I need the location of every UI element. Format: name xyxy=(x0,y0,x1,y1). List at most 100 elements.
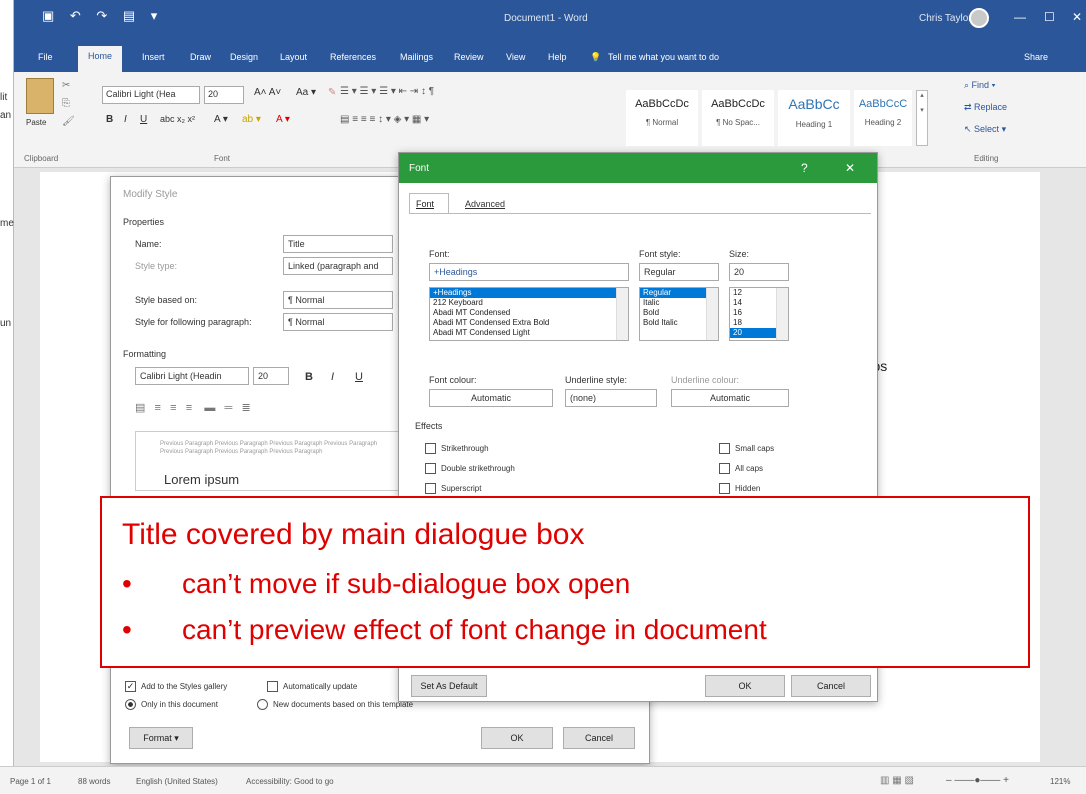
close-icon[interactable]: ✕ xyxy=(845,161,855,175)
fmt-italic-button[interactable]: I xyxy=(331,371,334,383)
avatar[interactable] xyxy=(969,8,989,28)
font-list-item[interactable]: +Headings xyxy=(430,288,628,298)
font-color-icon[interactable]: A ▾ xyxy=(276,114,290,125)
text-effects-icon[interactable]: A ▾ xyxy=(214,114,228,125)
tab-font[interactable]: Font xyxy=(409,193,449,213)
style-normal[interactable]: AaBbCcDc ¶ Normal xyxy=(626,90,698,146)
grow-font-icon[interactable]: A˄ A˅ xyxy=(254,87,281,98)
tab-draw[interactable]: Draw xyxy=(190,52,211,62)
underline-style-select[interactable]: (none) xyxy=(565,389,657,407)
replace-button[interactable]: ⇄ Replace xyxy=(964,102,1007,113)
clear-formatting-icon[interactable]: ✎ xyxy=(328,87,336,98)
style-list-scrollbar[interactable] xyxy=(706,288,718,340)
tell-me-search[interactable]: Tell me what you want to do xyxy=(608,52,719,62)
following-select[interactable]: ¶ Normal xyxy=(283,313,393,331)
tab-advanced[interactable]: Advanced xyxy=(465,199,505,209)
fmt-bold-button[interactable]: B xyxy=(305,371,313,383)
style-no-spacing[interactable]: AaBbCcDc ¶ No Spac... xyxy=(702,90,774,146)
font-list-item[interactable]: Abadi MT Condensed Extra Bold xyxy=(430,318,628,328)
close-button[interactable]: ✕ xyxy=(1072,10,1082,24)
accessibility-status[interactable]: Accessibility: Good to go xyxy=(246,777,334,786)
view-mode-icons[interactable]: ▥ ▦ ▧ xyxy=(880,775,914,786)
new-docs-radio[interactable] xyxy=(257,699,268,710)
font-style-field[interactable]: Regular xyxy=(639,263,719,281)
fmt-align-icons[interactable]: ▤ ≡ ≡ ≡ ▬ ═ ≣ xyxy=(135,401,395,419)
tab-mailings[interactable]: Mailings xyxy=(400,52,433,62)
italic-button[interactable]: I xyxy=(124,114,127,125)
font-colour-select[interactable]: Automatic xyxy=(429,389,553,407)
fmt-underline-button[interactable]: U xyxy=(355,371,363,383)
tab-design[interactable]: Design xyxy=(230,52,258,62)
strikethrough-icon[interactable]: abc x₂ x² xyxy=(160,114,195,124)
modify-ok-button[interactable]: OK xyxy=(481,727,553,749)
all-caps-checkbox[interactable] xyxy=(719,463,730,474)
name-field[interactable]: Title xyxy=(283,235,393,253)
help-icon[interactable]: ? xyxy=(801,161,808,175)
language-status[interactable]: English (United States) xyxy=(136,777,218,786)
tab-file[interactable]: File xyxy=(38,52,53,62)
style-heading-1[interactable]: AaBbCc Heading 1 xyxy=(778,90,850,146)
tab-references[interactable]: References xyxy=(330,52,376,62)
font-dialog-titlebar[interactable]: Font ? ✕ xyxy=(399,153,877,183)
style-heading-2[interactable]: AaBbCcC Heading 2 xyxy=(854,90,912,146)
copy-icon[interactable]: ⎘ xyxy=(62,98,70,109)
font-list-item[interactable]: Abadi MT Condensed xyxy=(430,308,628,318)
tab-insert[interactable]: Insert xyxy=(142,52,165,62)
find-button[interactable]: ⌕ Find ▾ xyxy=(964,80,995,91)
cut-icon[interactable]: ✂ xyxy=(62,80,70,91)
page-count[interactable]: Page 1 of 1 xyxy=(10,777,51,786)
auto-update-checkbox[interactable] xyxy=(267,681,278,692)
font-list-item[interactable]: Abadi MT Condensed Light xyxy=(430,328,628,338)
select-button[interactable]: ↖ Select ▾ xyxy=(964,124,1006,135)
fmt-font-select[interactable]: Calibri Light (Headin xyxy=(135,367,249,385)
size-field[interactable]: 20 xyxy=(729,263,789,281)
styles-scroll[interactable]: ▴ ▾ xyxy=(916,90,928,146)
format-menu-button[interactable]: Format ▾ xyxy=(129,727,193,749)
change-case-icon[interactable]: Aa ▾ xyxy=(296,87,316,98)
zoom-slider[interactable]: – ——●—— + xyxy=(946,775,1009,786)
fmt-size-select[interactable]: 20 xyxy=(253,367,289,385)
font-list-scrollbar[interactable] xyxy=(616,288,628,340)
size-list-scrollbar[interactable] xyxy=(776,288,788,340)
size-list[interactable]: 12 14 16 18 20 xyxy=(729,287,789,341)
tab-layout[interactable]: Layout xyxy=(280,52,307,62)
maximize-button[interactable]: ☐ xyxy=(1044,10,1055,24)
share-button[interactable]: Share xyxy=(1024,52,1048,62)
double-strike-checkbox[interactable] xyxy=(425,463,436,474)
format-painter-icon[interactable]: 🖌 xyxy=(62,116,75,127)
font-ok-button[interactable]: OK xyxy=(705,675,785,697)
font-size-box[interactable]: 20 xyxy=(204,86,244,104)
modify-cancel-button[interactable]: Cancel xyxy=(563,727,635,749)
quick-access-toolbar[interactable]: ▣ ↶ ↷ ▤ ▾ xyxy=(42,8,163,24)
underline-button[interactable]: U xyxy=(140,114,147,125)
superscript-checkbox[interactable] xyxy=(425,483,436,494)
tab-view[interactable]: View xyxy=(506,52,525,62)
bullets-icon[interactable]: ☰ ▾ ☰ ▾ ☰ ▾ ⇤ ⇥ ↕ ¶ xyxy=(340,86,434,97)
based-on-select[interactable]: ¶ Normal xyxy=(283,291,393,309)
small-caps-checkbox[interactable] xyxy=(719,443,730,454)
tab-review[interactable]: Review xyxy=(454,52,484,62)
strikethrough-checkbox[interactable] xyxy=(425,443,436,454)
set-default-button[interactable]: Set As Default xyxy=(411,675,487,697)
highlight-icon[interactable]: ab ▾ xyxy=(242,114,261,125)
tab-home[interactable]: Home xyxy=(78,46,123,72)
font-style-list[interactable]: Regular Italic Bold Bold Italic xyxy=(639,287,719,341)
small-caps-label: Small caps xyxy=(735,444,775,453)
font-list[interactable]: +Headings 212 Keyboard Abadi MT Condense… xyxy=(429,287,629,341)
word-count[interactable]: 88 words xyxy=(78,777,110,786)
minimize-button[interactable]: — xyxy=(1014,10,1026,24)
font-list-item[interactable]: 212 Keyboard xyxy=(430,298,628,308)
tab-help[interactable]: Help xyxy=(548,52,567,62)
user-name[interactable]: Chris Taylor xyxy=(919,13,972,24)
add-gallery-checkbox[interactable]: ✓ xyxy=(125,681,136,692)
only-this-radio[interactable] xyxy=(125,699,136,710)
zoom-level[interactable]: 121% xyxy=(1050,777,1070,786)
hidden-checkbox[interactable] xyxy=(719,483,730,494)
font-cancel-button[interactable]: Cancel xyxy=(791,675,871,697)
font-name-box[interactable]: Calibri Light (Hea xyxy=(102,86,200,104)
paste-button[interactable]: Paste xyxy=(26,118,46,127)
align-icons[interactable]: ▤ ≡ ≡ ≡ ↕ ▾ ◈ ▾ ▦ ▾ xyxy=(340,114,429,125)
bold-button[interactable]: B xyxy=(106,114,113,125)
font-name-field[interactable]: +Headings xyxy=(429,263,629,281)
paste-icon[interactable] xyxy=(26,78,54,114)
